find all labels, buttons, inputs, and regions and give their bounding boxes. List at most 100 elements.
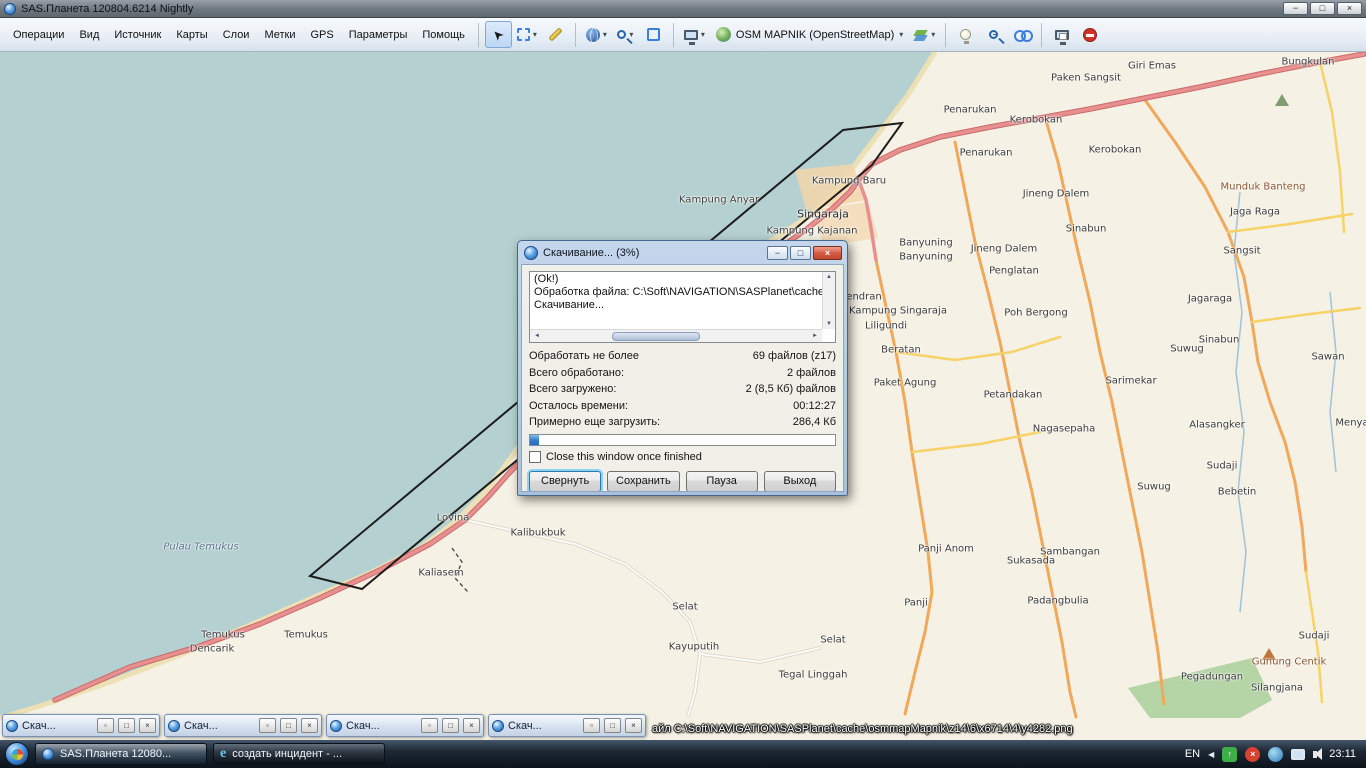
map-place-label: Selat <box>672 602 697 613</box>
fullscreen-button[interactable] <box>640 21 667 48</box>
scroll-right-icon[interactable]: ► <box>808 333 822 339</box>
menu-item[interactable]: Помощь <box>415 24 472 46</box>
selection-tool-button[interactable]: ▾ <box>513 21 541 48</box>
link-button[interactable] <box>1008 21 1035 48</box>
minimized-window-title: Скач... <box>508 720 579 732</box>
log-horizontal-scrollbar[interactable]: ◄ ► <box>530 329 822 342</box>
maximize-button[interactable]: □ <box>604 718 621 733</box>
map-place-label: Gunung Centik <box>1252 657 1327 668</box>
close-when-finished-checkbox[interactable] <box>529 451 541 463</box>
collapse-button[interactable]: Свернуть <box>529 471 601 492</box>
taskbar-item-browser[interactable]: e создать инцидент - ... <box>213 743 385 765</box>
tray-network-icon[interactable] <box>1268 747 1283 762</box>
map-place-label: Kampung Kajanan <box>766 226 857 237</box>
download-dialog-titlebar[interactable]: Скачивание... (3%) − □ × <box>521 244 844 264</box>
fill-map-button[interactable]: ▾ <box>680 21 709 48</box>
zoom-in-button[interactable] <box>980 21 1007 48</box>
download-log[interactable]: (Ok!)Обработка файла: C:\Soft\NAVIGATION… <box>529 271 836 343</box>
menu-item[interactable]: Карты <box>169 24 214 46</box>
close-button[interactable]: × <box>463 718 480 733</box>
restore-button[interactable]: ▫ <box>583 718 600 733</box>
show-hidden-icons-icon[interactable]: ◀ <box>1208 750 1214 759</box>
pan-tool-button[interactable]: ➤ <box>485 21 512 48</box>
osm-mapnik-icon <box>716 27 731 42</box>
offline-mode-button[interactable] <box>1076 21 1103 48</box>
scroll-up-icon[interactable]: ▲ <box>826 274 832 280</box>
minimized-download-window[interactable]: Скач... ▫ □ × <box>164 714 322 737</box>
start-button[interactable] <box>5 742 29 766</box>
pause-button[interactable]: Пауза <box>686 471 758 492</box>
menu-item[interactable]: Вид <box>72 24 106 46</box>
language-indicator[interactable]: EN <box>1185 748 1200 760</box>
titlebar[interactable]: SAS.Планета 120804.6214 Nightly − □ × <box>0 0 1366 18</box>
dialog-maximize-button[interactable]: □ <box>790 246 811 260</box>
restore-button[interactable]: ▫ <box>97 718 114 733</box>
menu-item[interactable]: Операции <box>6 24 71 46</box>
restore-button[interactable]: ▫ <box>259 718 276 733</box>
map-place-label: Sudaji <box>1207 461 1238 472</box>
scroll-left-icon[interactable]: ◄ <box>530 333 544 339</box>
stat-row: Всего обработано: 2 файлов <box>529 365 836 382</box>
map-source-select[interactable]: OSM MAPNIK (OpenStreetMap) ▾ <box>710 23 909 46</box>
dialog-minimize-button[interactable]: − <box>767 246 788 260</box>
maximize-button[interactable]: □ <box>442 718 459 733</box>
tray-update-icon[interactable]: ↑ <box>1222 747 1237 762</box>
maximize-button[interactable]: □ <box>280 718 297 733</box>
minimize-button[interactable]: − <box>1283 2 1308 15</box>
menu-item[interactable]: Метки <box>257 24 302 46</box>
checkbox-label: Close this window once finished <box>546 451 702 463</box>
save-button[interactable]: Сохранить <box>607 471 679 492</box>
stat-label: Всего загружено: <box>529 383 616 395</box>
close-button[interactable]: × <box>625 718 642 733</box>
map-place-label: Suwug <box>1137 482 1171 493</box>
placemarks-button[interactable] <box>952 21 979 48</box>
close-button[interactable]: × <box>1337 2 1362 15</box>
map-viewport[interactable]: Giri EmasPaken SangsitBungkulanPenarukan… <box>0 52 1366 740</box>
close-button[interactable]: × <box>139 718 156 733</box>
menu-item[interactable]: Источник <box>107 24 168 46</box>
chevron-down-icon: ▾ <box>533 30 537 39</box>
taskbar-item-sasplanet[interactable]: SAS.Планета 12080... <box>35 743 207 765</box>
toolbar: ОперацииВидИсточникКартыСлоиМеткиGPSПара… <box>0 18 1366 52</box>
map-place-label: Singaraja <box>797 208 849 221</box>
tray-volume-icon[interactable] <box>1313 751 1317 758</box>
exit-button[interactable]: Выход <box>764 471 836 492</box>
maximize-button[interactable]: □ <box>1310 2 1335 15</box>
map-place-label: Kaliasem <box>418 568 463 579</box>
dialog-close-button[interactable]: × <box>813 246 842 260</box>
sas-planet-icon <box>42 748 54 760</box>
scrollbar-thumb[interactable] <box>612 332 700 341</box>
close-when-finished-option[interactable]: Close this window once finished <box>529 450 836 465</box>
restore-button[interactable]: ▫ <box>421 718 438 733</box>
minimized-download-window[interactable]: Скач... ▫ □ × <box>326 714 484 737</box>
minimized-download-window[interactable]: Скач... ▫ □ × <box>2 714 160 737</box>
tray-display-icon[interactable] <box>1291 749 1305 760</box>
map-place-label: Beratan <box>881 345 921 356</box>
stat-row: Примерно еще загрузить: 286,4 Кб <box>529 414 836 431</box>
minimized-download-window[interactable]: Скач... ▫ □ × <box>488 714 646 737</box>
cached-view-button[interactable] <box>1048 21 1075 48</box>
download-dialog: Скачивание... (3%) − □ × (Ok!)Обработка … <box>517 240 848 496</box>
download-dialog-body: (Ok!)Обработка файла: C:\Soft\NAVIGATION… <box>521 264 844 492</box>
stat-value: 69 файлов (z17) <box>753 350 836 362</box>
map-place-label: Menya <box>1335 418 1366 429</box>
menu-item[interactable]: Слои <box>216 24 257 46</box>
go-to-button[interactable]: ▾ <box>582 21 611 48</box>
menu-item[interactable]: GPS <box>304 24 341 46</box>
tray-alert-icon[interactable]: × <box>1245 747 1260 762</box>
maximize-button[interactable]: □ <box>118 718 135 733</box>
stat-row: Осталось времени: 00:12:27 <box>529 398 836 415</box>
measure-tool-button[interactable] <box>542 21 569 48</box>
separator <box>575 23 576 47</box>
windows-taskbar: SAS.Планета 12080... e создать инцидент … <box>0 740 1366 768</box>
search-button[interactable]: ▾ <box>612 21 639 48</box>
log-vertical-scrollbar[interactable]: ▲ ▼ <box>822 272 835 329</box>
menu-item[interactable]: Параметры <box>342 24 415 46</box>
close-button[interactable]: × <box>301 718 318 733</box>
map-place-label: Pegadungan <box>1181 672 1243 683</box>
stat-row: Обработать не более 69 файлов (z17) <box>529 348 836 365</box>
map-place-label: Kerobokan <box>1089 145 1142 156</box>
clock[interactable]: 23:11 <box>1329 748 1356 760</box>
layers-button[interactable]: ▾ <box>910 21 939 48</box>
scroll-down-icon[interactable]: ▼ <box>826 321 832 327</box>
